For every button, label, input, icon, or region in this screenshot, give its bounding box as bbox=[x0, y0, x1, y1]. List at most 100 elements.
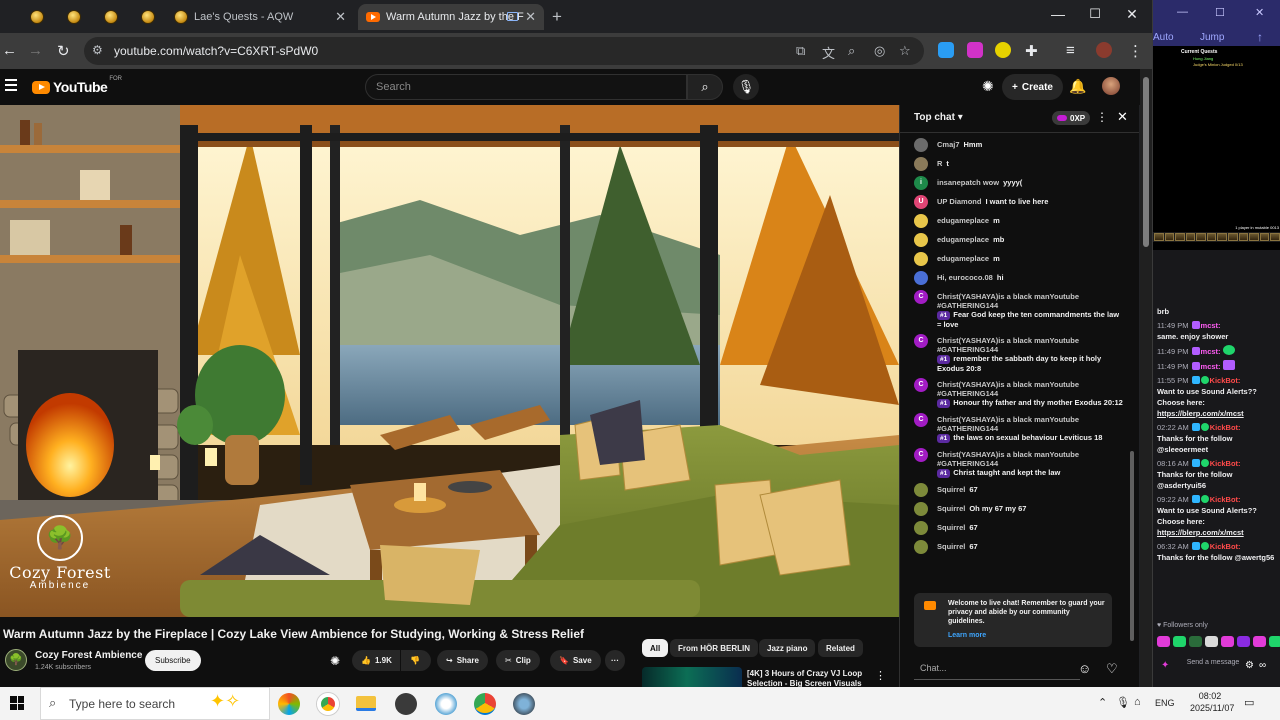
pinned-tab[interactable] bbox=[133, 6, 163, 28]
save-button[interactable]: 🔖 Save bbox=[550, 650, 601, 671]
chip-from-hor-berlin[interactable]: From HÖR BERLIN bbox=[670, 639, 758, 657]
chat-avatar[interactable]: i bbox=[914, 175, 928, 190]
chat-input[interactable]: Chat... bbox=[914, 658, 1080, 680]
chat-avatar[interactable]: C bbox=[914, 333, 928, 348]
chat-avatar[interactable] bbox=[914, 270, 928, 285]
emote-icon[interactable] bbox=[1205, 636, 1218, 647]
channel-name[interactable]: Cozy Forest Ambience bbox=[35, 650, 142, 661]
chrome-active-icon[interactable] bbox=[474, 693, 496, 715]
chat-author[interactable]: Christ(YASHAYA)is a black manYoutube #GA… bbox=[937, 380, 1079, 398]
settings-icon[interactable]: ⚙ bbox=[1245, 660, 1254, 671]
chat-author[interactable]: Christ(YASHAYA)is a black manYoutube #GA… bbox=[937, 336, 1079, 354]
chat-author[interactable]: Hi, eurococo.08 bbox=[937, 273, 993, 282]
address-bar[interactable]: ⚙ youtube.com/watch?v=C6XRT-sPdW0 ⧉ 文 ⌕ … bbox=[84, 37, 924, 65]
new-tab-icon[interactable]: + bbox=[552, 7, 562, 27]
more-actions-button[interactable]: ··· bbox=[605, 650, 625, 671]
app-icon[interactable] bbox=[513, 693, 535, 715]
chrome-menu-icon[interactable]: ⋮ bbox=[1128, 42, 1143, 60]
microphone-icon[interactable]: 🎙 bbox=[733, 74, 759, 100]
chip-jazz-piano[interactable]: Jazz piano bbox=[759, 639, 816, 657]
chat-avatar[interactable] bbox=[914, 520, 928, 535]
close-tab-icon[interactable]: ✕ bbox=[525, 9, 536, 25]
app-icon[interactable] bbox=[395, 693, 417, 715]
emote-icon[interactable] bbox=[1157, 636, 1170, 647]
chat-avatar[interactable] bbox=[914, 251, 928, 266]
system-clock[interactable]: 08:02 2025/11/07 bbox=[1190, 690, 1234, 714]
youtube-logo[interactable]: YouTube FOR bbox=[32, 76, 122, 95]
more-options-icon[interactable]: ⋮ bbox=[1096, 110, 1108, 124]
glasses-icon[interactable]: ∞ bbox=[1259, 660, 1266, 671]
page-scrollbar[interactable] bbox=[1140, 69, 1152, 687]
chat-author[interactable]: edugameplace bbox=[937, 235, 989, 244]
search-input[interactable]: Search bbox=[365, 74, 687, 100]
gear-icon[interactable]: ✺ bbox=[330, 654, 340, 668]
chat-author[interactable]: Christ(YASHAYA)is a black manYoutube #GA… bbox=[937, 450, 1079, 468]
learn-more-link[interactable]: Learn more bbox=[948, 631, 1106, 640]
emote-icon[interactable] bbox=[1173, 636, 1186, 647]
send-message-input[interactable]: Send a message bbox=[1183, 656, 1243, 678]
zoom-icon[interactable]: ⌕ bbox=[848, 43, 855, 59]
microphone-icon[interactable]: 🎙 bbox=[1116, 696, 1130, 709]
arrow-up-icon[interactable]: ↑ bbox=[1257, 30, 1263, 44]
app-icon[interactable] bbox=[435, 693, 457, 715]
profile-avatar[interactable] bbox=[1096, 42, 1112, 58]
emote-icon[interactable] bbox=[1253, 636, 1266, 647]
chat-avatar[interactable] bbox=[914, 213, 928, 228]
search-icon[interactable]: ⌕ bbox=[687, 74, 723, 100]
stream-chat-user[interactable]: KickBot: bbox=[1210, 542, 1241, 551]
guide-menu-icon[interactable] bbox=[5, 79, 17, 94]
chat-author[interactable]: Christ(YASHAYA)is a black manYoutube #GA… bbox=[937, 415, 1079, 433]
search-highlight-icon[interactable]: ✦✧ bbox=[210, 691, 240, 712]
stream-chat-link[interactable]: https://blerp.com/x/mcst bbox=[1157, 528, 1244, 537]
notifications-bell-icon[interactable]: 🔔 bbox=[1069, 78, 1086, 95]
chat-avatar[interactable]: C bbox=[914, 289, 928, 304]
reload-icon[interactable]: ↻ bbox=[57, 42, 70, 60]
chat-author[interactable]: Squirrel bbox=[937, 485, 965, 494]
media-control-icon[interactable]: ≡ bbox=[1066, 42, 1075, 59]
chip-related[interactable]: Related bbox=[818, 639, 863, 657]
gear-icon[interactable]: ✺ bbox=[982, 78, 994, 95]
stream-chat-user[interactable]: KickBot: bbox=[1210, 423, 1241, 432]
recommendation-thumbnail[interactable] bbox=[642, 667, 742, 687]
chat-avatar[interactable] bbox=[914, 156, 928, 171]
dislike-button[interactable]: 👎 bbox=[401, 650, 431, 671]
chat-author[interactable]: edugameplace bbox=[937, 254, 989, 263]
chat-author[interactable]: insanepatch wow bbox=[937, 178, 999, 187]
video-player[interactable]: 🌳 Cozy Forest Ambience bbox=[0, 105, 899, 617]
extension-icon[interactable] bbox=[995, 42, 1011, 58]
like-button[interactable]: 👍 1.9K bbox=[352, 650, 400, 671]
chat-author[interactable]: Squirrel bbox=[937, 504, 965, 513]
xp-badge[interactable]: 0XP bbox=[1052, 111, 1091, 125]
translate-icon[interactable]: 文 bbox=[822, 43, 835, 62]
chat-avatar[interactable] bbox=[914, 137, 928, 152]
copilot-icon[interactable] bbox=[278, 693, 300, 715]
more-options-icon[interactable]: ⋮ bbox=[875, 669, 886, 682]
subscribe-button[interactable]: Subscribe bbox=[145, 650, 201, 671]
close-window-icon[interactable]: ✕ bbox=[1117, 6, 1147, 23]
forward-icon[interactable]: → bbox=[28, 42, 43, 59]
emoji-icon[interactable]: ☺ bbox=[1078, 661, 1091, 676]
chat-avatar[interactable] bbox=[914, 501, 928, 516]
minimize-icon[interactable]: — bbox=[1043, 6, 1073, 22]
chat-avatar[interactable] bbox=[914, 482, 928, 497]
install-app-icon[interactable]: ⧉ bbox=[796, 43, 805, 59]
stream-chat-user[interactable]: KickBot: bbox=[1210, 459, 1241, 468]
recommendation-title[interactable]: [4K] 3 Hours of Crazy VJ Loop Selection … bbox=[747, 669, 867, 687]
file-explorer-icon[interactable] bbox=[356, 696, 376, 711]
minimize-icon[interactable]: — bbox=[1177, 6, 1188, 18]
maximize-icon[interactable]: ☐ bbox=[1080, 6, 1110, 22]
url-text[interactable]: youtube.com/watch?v=C6XRT-sPdW0 bbox=[114, 44, 318, 58]
notification-icon[interactable]: ▭ bbox=[1244, 696, 1254, 709]
stream-chat-user[interactable]: mcst: bbox=[1201, 362, 1221, 371]
bookmark-star-icon[interactable]: ☆ bbox=[899, 43, 911, 59]
jump-button[interactable]: Jump bbox=[1200, 32, 1224, 43]
language-indicator[interactable]: ENG bbox=[1155, 698, 1175, 708]
chat-avatar[interactable] bbox=[914, 539, 928, 554]
stream-chat-user[interactable]: mcst: bbox=[1201, 321, 1221, 330]
share-button[interactable]: ↪ Share bbox=[437, 650, 488, 671]
stream-chat-user[interactable]: KickBot: bbox=[1210, 495, 1241, 504]
game-stream-view[interactable]: Current Quests Hung Jiang Judge's Minion… bbox=[1153, 46, 1280, 250]
site-info-icon[interactable]: ⚙ bbox=[92, 43, 103, 57]
auto-toggle[interactable]: Auto bbox=[1153, 32, 1174, 43]
emote-icon[interactable] bbox=[1237, 636, 1250, 647]
